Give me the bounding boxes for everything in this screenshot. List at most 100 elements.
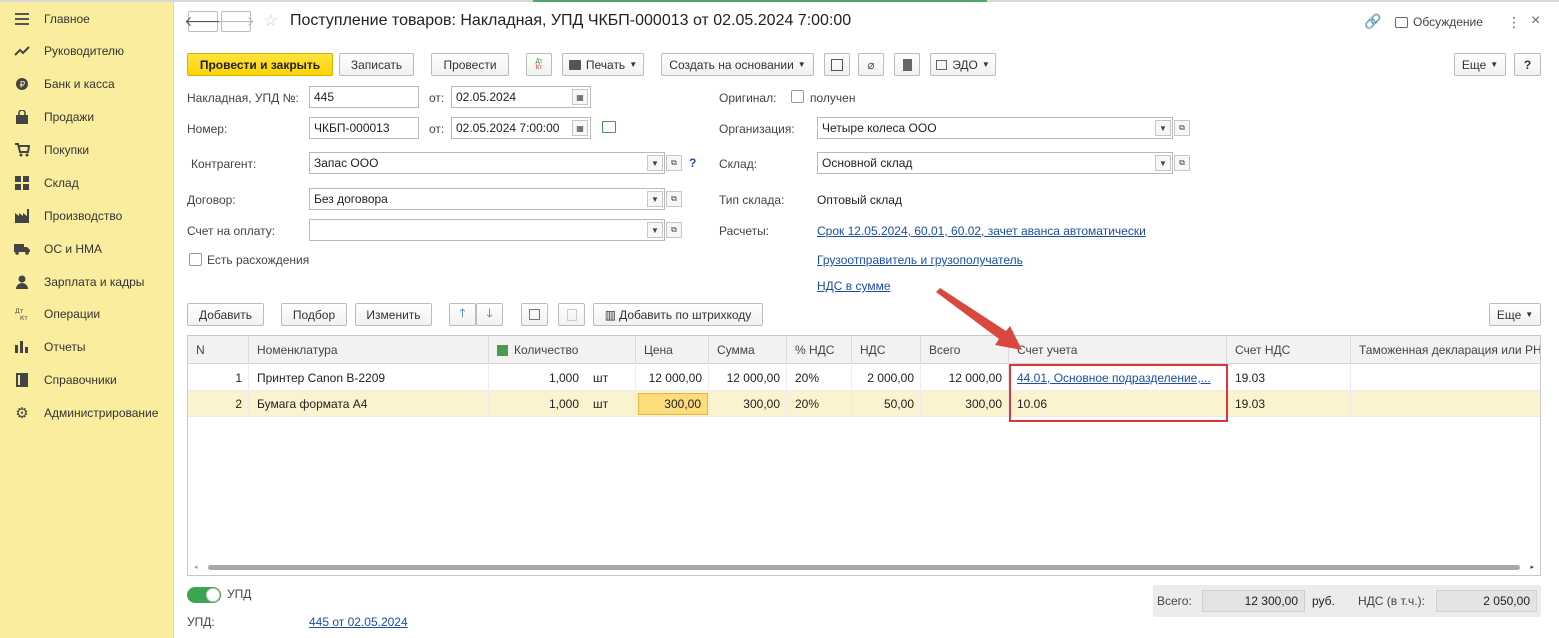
sidebar-item-bank[interactable]: ₽ Банк и касса xyxy=(0,71,174,97)
warehouse-input[interactable]: Основной склад xyxy=(817,152,1173,174)
original-checkbox[interactable] xyxy=(791,90,804,103)
counterparty-input[interactable]: Запас ООО xyxy=(309,152,665,174)
cell-price[interactable]: 12 000,00 xyxy=(636,365,709,391)
copy-button[interactable] xyxy=(521,303,548,326)
add-by-barcode-button[interactable]: ▥ Добавить по штрихкоду xyxy=(593,303,763,326)
cell-total[interactable]: 12 000,00 xyxy=(921,365,1009,391)
post-and-close-button[interactable]: Провести и закрыть xyxy=(187,53,333,76)
structure-button[interactable] xyxy=(824,53,850,76)
sidebar-item-main[interactable]: Главное xyxy=(0,6,174,32)
cell-price-active[interactable]: 300,00 xyxy=(638,393,708,415)
attach-button[interactable]: ⌀ xyxy=(858,53,884,76)
cell-vat[interactable]: 2 000,00 xyxy=(852,365,921,391)
col-account[interactable]: Счет учета xyxy=(1009,336,1227,364)
col-customs[interactable]: Таможенная декларация или РНПТ xyxy=(1351,336,1540,364)
scrollbar-thumb[interactable] xyxy=(208,565,1520,570)
col-sum[interactable]: Сумма xyxy=(709,336,787,364)
table-row[interactable]: 1 Принтер Canon B-2209 1,000 шт 12 000,0… xyxy=(188,365,1540,391)
cell-sum[interactable]: 300,00 xyxy=(709,391,787,417)
invoice-date-input[interactable]: 02.05.2024 ▦ xyxy=(451,86,591,108)
edo-button[interactable]: ЭДО ▼ xyxy=(930,53,996,76)
discrepancy-checkbox[interactable] xyxy=(189,253,202,266)
print-button[interactable]: Печать ▼ xyxy=(562,53,644,76)
calendar-icon[interactable]: ▦ xyxy=(572,89,588,105)
col-vat[interactable]: НДС xyxy=(852,336,921,364)
save-button[interactable]: Записать xyxy=(339,53,414,76)
post-button[interactable]: Провести xyxy=(431,53,509,76)
horizontal-scrollbar[interactable]: ◂ ▸ xyxy=(188,559,1540,575)
cell-vat-rate[interactable]: 20% xyxy=(787,391,852,417)
cell-vat[interactable]: 50,00 xyxy=(852,391,921,417)
create-based-on-button[interactable]: Создать на основании ▼ xyxy=(661,53,814,76)
chevron-down-icon[interactable]: ▼ xyxy=(1155,155,1171,171)
move-down-button[interactable]: 🡓 xyxy=(476,303,503,326)
add-row-button[interactable]: Добавить xyxy=(187,303,264,326)
back-button[interactable]: 🡐 xyxy=(184,11,222,32)
sidebar-item-references[interactable]: Справочники xyxy=(0,367,174,393)
col-price[interactable]: Цена xyxy=(636,336,709,364)
cell-vat-rate[interactable]: 20% xyxy=(787,365,852,391)
close-icon[interactable]: × xyxy=(1531,12,1540,30)
chevron-down-icon[interactable]: ▼ xyxy=(647,155,663,171)
document-button[interactable] xyxy=(894,53,920,76)
cell-vat-account[interactable]: 19.03 xyxy=(1227,365,1351,391)
sidebar-item-assets[interactable]: ОС и НМА xyxy=(0,236,174,262)
sidebar-item-sales[interactable]: Продажи xyxy=(0,104,174,130)
sidebar-item-operations[interactable]: Дт Кт Операции xyxy=(0,301,174,327)
table-row[interactable]: 2 Бумага формата А4 1,000 шт 300,00 300,… xyxy=(188,391,1540,417)
help-icon[interactable]: ? xyxy=(689,156,696,170)
sidebar-item-admin[interactable]: ⚙ Администрирование xyxy=(0,400,174,426)
chevron-down-icon[interactable]: ▼ xyxy=(647,191,663,207)
dt-kt-button[interactable]: Дт Кт xyxy=(526,53,552,76)
payment-invoice-input[interactable] xyxy=(309,219,665,241)
chevron-down-icon[interactable]: ▼ xyxy=(1155,120,1171,136)
sidebar-item-salary[interactable]: Зарплата и кадры xyxy=(0,269,174,295)
sidebar-item-purchases[interactable]: Покупки xyxy=(0,137,174,163)
cell-nomenclature[interactable]: Бумага формата А4 xyxy=(249,391,489,417)
open-icon[interactable]: ⧉ xyxy=(666,222,682,238)
forward-button[interactable]: 🡒 xyxy=(217,11,255,32)
col-nomenclature[interactable]: Номенклатура xyxy=(249,336,489,364)
link-icon[interactable]: 🔗 xyxy=(1364,14,1381,30)
shipper-link[interactable]: Грузоотправитель и грузополучатель xyxy=(817,253,1023,267)
upd-link[interactable]: 445 от 02.05.2024 xyxy=(309,615,408,629)
cell-quantity[interactable]: 1,000 xyxy=(489,365,585,391)
sidebar-item-production[interactable]: Производство xyxy=(0,203,174,229)
open-icon[interactable]: ⧉ xyxy=(666,155,682,171)
more-button[interactable]: Еще ▼ xyxy=(1454,53,1506,76)
cell-customs[interactable] xyxy=(1351,391,1540,417)
number-date-input[interactable]: 02.05.2024 7:00:00 ▦ xyxy=(451,117,591,139)
star-icon[interactable]: ☆ xyxy=(263,11,278,31)
open-icon[interactable]: ⧉ xyxy=(666,191,682,207)
discussion-button[interactable]: Обсуждение xyxy=(1395,15,1483,29)
scroll-left-icon[interactable]: ◂ xyxy=(194,563,198,571)
help-button[interactable]: ? xyxy=(1514,53,1541,76)
more-vertical-icon[interactable]: ⋮ xyxy=(1507,14,1521,31)
move-up-button[interactable]: 🡑 xyxy=(449,303,476,326)
scroll-right-icon[interactable]: ▸ xyxy=(1530,563,1534,571)
upd-toggle[interactable] xyxy=(187,587,221,603)
open-icon[interactable]: ⧉ xyxy=(1174,120,1190,136)
open-icon[interactable]: ⧉ xyxy=(1174,155,1190,171)
cell-total[interactable]: 300,00 xyxy=(921,391,1009,417)
change-button[interactable]: Изменить xyxy=(355,303,432,326)
vat-mode-link[interactable]: НДС в сумме xyxy=(817,279,891,293)
sidebar-item-reports[interactable]: Отчеты xyxy=(0,334,174,360)
cell-quantity[interactable]: 1,000 xyxy=(489,391,585,417)
col-vat-rate[interactable]: % НДС xyxy=(787,336,852,364)
cell-vat-account[interactable]: 19.03 xyxy=(1227,391,1351,417)
paste-button[interactable] xyxy=(558,303,585,326)
contract-input[interactable]: Без договора xyxy=(309,188,665,210)
table-more-button[interactable]: Еще ▼ xyxy=(1489,303,1541,326)
organization-input[interactable]: Четыре колеса ООО xyxy=(817,117,1173,139)
settlements-link[interactable]: Срок 12.05.2024, 60.01, 60.02, зачет ава… xyxy=(817,224,1146,238)
cell-nomenclature[interactable]: Принтер Canon B-2209 xyxy=(249,365,489,391)
chevron-down-icon[interactable]: ▼ xyxy=(647,222,663,238)
number-settings-icon[interactable] xyxy=(602,121,616,133)
number-input[interactable]: ЧКБП-000013 xyxy=(309,117,419,139)
invoice-number-input[interactable]: 445 xyxy=(309,86,419,108)
col-n[interactable]: N xyxy=(188,336,249,364)
sidebar-item-warehouse[interactable]: Склад xyxy=(0,170,174,196)
col-vat-account[interactable]: Счет НДС xyxy=(1227,336,1351,364)
col-quantity[interactable]: Количество xyxy=(489,336,636,364)
